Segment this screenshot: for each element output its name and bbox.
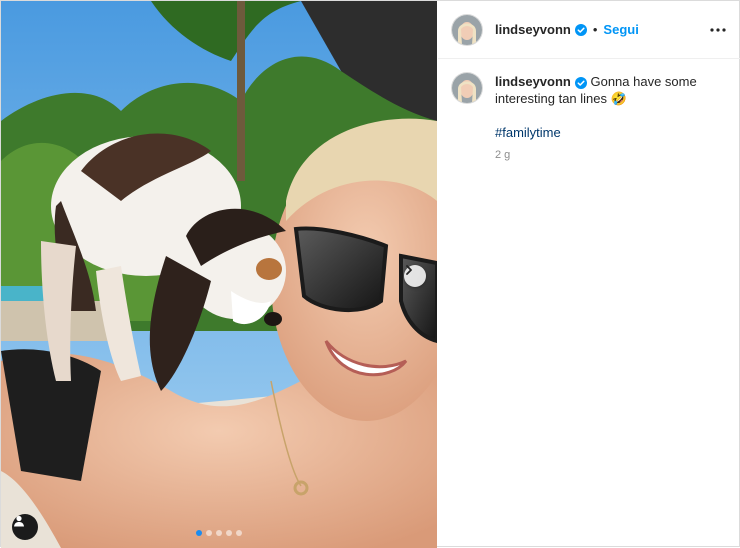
more-options-button[interactable]	[710, 27, 726, 32]
caption-body: lindseyvonn Gonna have some interesting …	[495, 73, 715, 164]
post-header: lindseyvonn • Segui	[438, 1, 740, 59]
chevron-right-icon	[406, 265, 412, 275]
username-link[interactable]: lindseyvonn	[495, 22, 571, 37]
caption-avatar[interactable]	[452, 73, 482, 103]
carousel-dot	[216, 530, 222, 536]
follow-button[interactable]: Segui	[603, 22, 638, 37]
carousel-next-button[interactable]	[404, 265, 426, 287]
more-options-icon	[710, 27, 726, 32]
profile-picture	[452, 73, 482, 103]
caption-username-link[interactable]: lindseyvonn	[495, 74, 571, 89]
user-tag-icon	[14, 515, 24, 527]
profile-picture	[452, 14, 482, 45]
avatar[interactable]	[452, 14, 482, 45]
separator-dot: •	[592, 22, 598, 37]
verified-badge-icon	[574, 76, 587, 89]
verified-badge-icon	[574, 23, 587, 36]
post-caption: lindseyvonn Gonna have some interesting …	[438, 59, 740, 164]
post-photo[interactable]	[1, 1, 437, 548]
tagged-users-button[interactable]	[12, 514, 38, 540]
carousel-dot-active	[196, 530, 202, 536]
carousel-indicator	[1, 530, 437, 536]
hashtag-link[interactable]: #familytime	[495, 124, 715, 141]
instagram-post: lindseyvonn • Segui lindseyvonn Gonna ha…	[0, 0, 740, 548]
post-timestamp[interactable]: 2 g	[495, 147, 715, 164]
post-side-panel: lindseyvonn • Segui lindseyvonn Gonna ha…	[438, 1, 740, 548]
selfie-with-dog-image	[1, 1, 437, 548]
carousel-dot	[236, 530, 242, 536]
carousel-dot	[206, 530, 212, 536]
carousel-dot	[226, 530, 232, 536]
